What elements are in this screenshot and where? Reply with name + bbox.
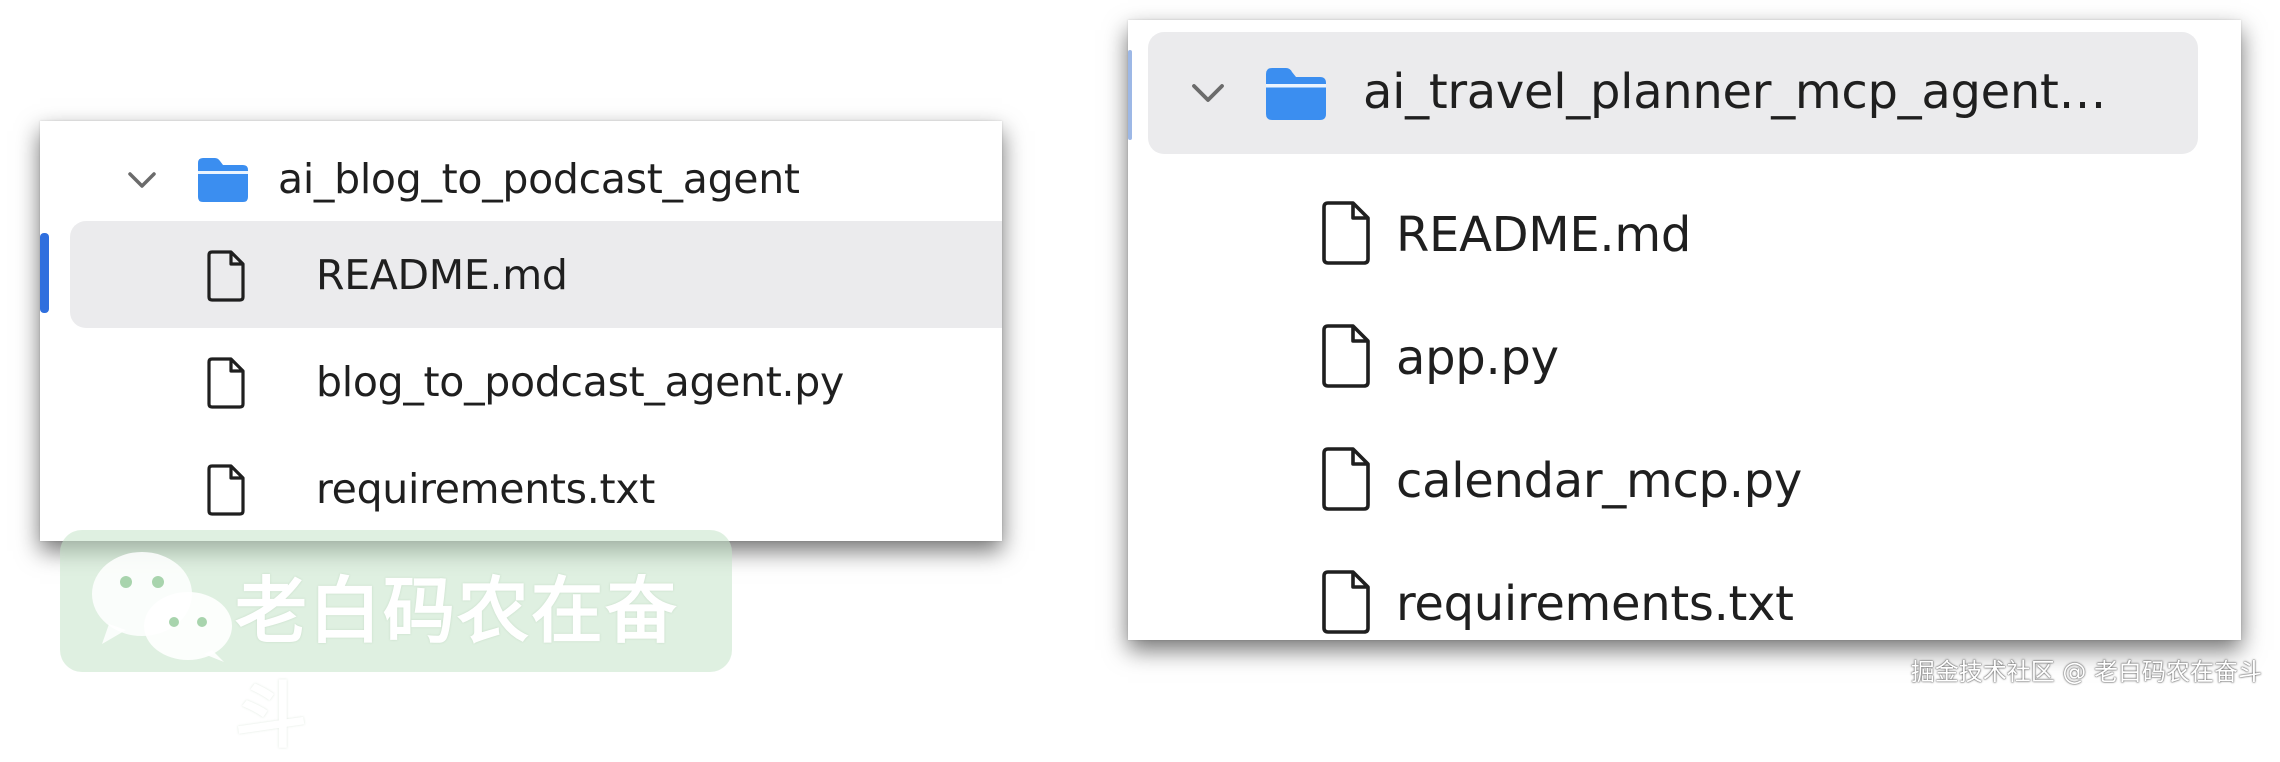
folder-icon (195, 155, 251, 205)
file-icon (1320, 570, 1372, 634)
watermark-badge: 老白码农在奋斗 (60, 530, 732, 758)
file-label: calendar_mcp.py (1396, 453, 1802, 509)
chevron-down-icon[interactable] (1188, 73, 1228, 113)
site-credit-watermark: 掘金技术社区 @ 老白码农在奋斗 (1910, 658, 2262, 686)
folder-icon (1263, 65, 1329, 123)
folder-label: ai_blog_to_podcast_agent (278, 155, 800, 203)
chevron-down-icon[interactable] (122, 160, 162, 200)
file-icon (1320, 201, 1372, 265)
file-row-requirements[interactable]: requirements.txt (70, 435, 1002, 541)
file-row-readme[interactable]: README.md (70, 221, 1002, 328)
file-label: requirements.txt (1396, 576, 1794, 632)
file-label: README.md (1396, 207, 1692, 263)
file-label: app.py (1396, 330, 1559, 386)
file-tree-panel-left: ai_blog_to_podcast_agent README.md blog_… (40, 121, 1002, 541)
file-icon (1320, 447, 1372, 511)
selection-indicator (1128, 50, 1132, 140)
file-icon (205, 250, 247, 302)
file-label: blog_to_podcast_agent.py (316, 358, 844, 406)
file-row-readme[interactable]: README.md (1148, 175, 2198, 290)
watermark-brand-text: 老白码农在奋斗 (235, 569, 680, 758)
folder-row-ai-blog-to-podcast-agent[interactable]: ai_blog_to_podcast_agent (60, 131, 990, 229)
file-row-calendar-mcp[interactable]: calendar_mcp.py (1148, 421, 2198, 536)
file-row-app[interactable]: app.py (1148, 298, 2198, 413)
file-label: requirements.txt (316, 465, 655, 513)
wechat-icon (84, 544, 244, 669)
file-label: README.md (316, 251, 568, 299)
file-icon (205, 357, 247, 409)
folder-label: ai_travel_planner_mcp_agent… (1363, 64, 2107, 120)
selection-indicator (40, 233, 49, 313)
file-row-requirements[interactable]: requirements.txt (1148, 544, 2198, 640)
file-tree-panel-right: ai_travel_planner_mcp_agent… README.md a… (1128, 20, 2241, 640)
file-icon (205, 464, 247, 516)
file-icon (1320, 324, 1372, 388)
file-row-blog-to-podcast-agent[interactable]: blog_to_podcast_agent.py (70, 328, 1002, 435)
folder-row-ai-travel-planner-mcp-agent[interactable]: ai_travel_planner_mcp_agent… (1148, 32, 2198, 154)
